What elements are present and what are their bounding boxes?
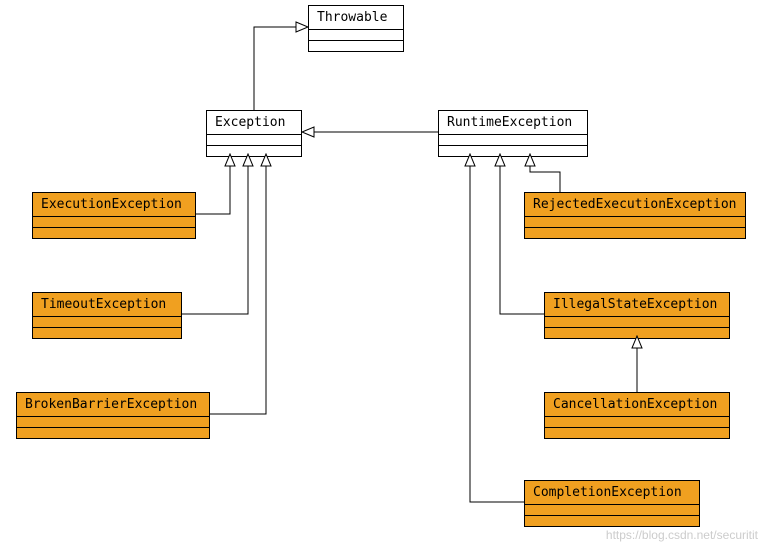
class-name-label: RejectedExecutionException xyxy=(525,193,745,217)
class-attributes xyxy=(33,317,181,328)
class-name-label: CompletionException xyxy=(525,481,699,505)
class-methods xyxy=(525,228,745,238)
edge-completionexception-runtimeexception xyxy=(470,154,524,502)
class-rejectedexecutionexception: RejectedExecutionException xyxy=(524,192,746,239)
edge-exception-throwable xyxy=(254,27,308,110)
class-attributes xyxy=(545,317,729,328)
class-methods xyxy=(207,146,301,156)
class-cancellationexception: CancellationException xyxy=(544,392,730,439)
class-attributes xyxy=(525,505,699,516)
class-methods xyxy=(33,328,181,338)
class-name-label: BrokenBarrierException xyxy=(17,393,209,417)
class-attributes xyxy=(309,30,403,41)
class-completionexception: CompletionException xyxy=(524,480,700,527)
class-name-label: CancellationException xyxy=(545,393,729,417)
class-brokenbarrierexception: BrokenBarrierException xyxy=(16,392,210,439)
class-name-label: Exception xyxy=(207,111,301,135)
class-methods xyxy=(545,428,729,438)
class-attributes xyxy=(33,217,195,228)
class-exception: Exception xyxy=(206,110,302,157)
class-executionexception: ExecutionException xyxy=(32,192,196,239)
class-methods xyxy=(309,41,403,51)
class-attributes xyxy=(525,217,745,228)
class-illegalstateexception: IllegalStateException xyxy=(544,292,730,339)
class-throwable: Throwable xyxy=(308,5,404,52)
class-name-label: IllegalStateException xyxy=(545,293,729,317)
watermark-text: https://blog.csdn.net/securitit xyxy=(606,528,758,542)
class-methods xyxy=(545,328,729,338)
class-attributes xyxy=(207,135,301,146)
class-attributes xyxy=(439,135,587,146)
class-name-label: RuntimeException xyxy=(439,111,587,135)
class-timeoutexception: TimeoutException xyxy=(32,292,182,339)
edge-rejectedexecutionexception-runtimeexception xyxy=(530,154,560,192)
class-methods xyxy=(17,428,209,438)
class-attributes xyxy=(17,417,209,428)
inheritance-connectors xyxy=(0,0,766,548)
edge-executionexception-exception xyxy=(196,154,230,214)
class-name-label: Throwable xyxy=(309,6,403,30)
class-methods xyxy=(525,516,699,526)
class-name-label: TimeoutException xyxy=(33,293,181,317)
class-runtimeexception: RuntimeException xyxy=(438,110,588,157)
class-methods xyxy=(33,228,195,238)
class-attributes xyxy=(545,417,729,428)
class-methods xyxy=(439,146,587,156)
class-name-label: ExecutionException xyxy=(33,193,195,217)
edge-brokenbarrierexception-exception xyxy=(210,154,266,414)
